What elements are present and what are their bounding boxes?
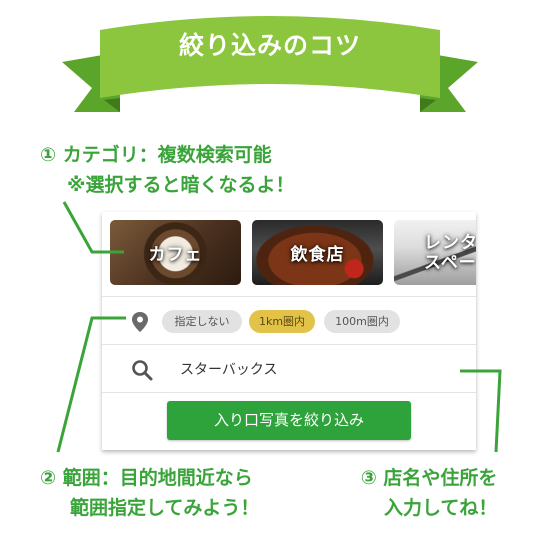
ribbon-banner bbox=[62, 16, 478, 112]
apply-row: 入り口写真を絞り込み bbox=[102, 392, 476, 450]
category-label: カフェ bbox=[148, 245, 203, 265]
category-restaurant[interactable]: 飲食店 bbox=[252, 220, 383, 285]
category-strip: カフェ 飲食店 レンタ スペー bbox=[102, 212, 476, 296]
search-row: スターバックス bbox=[102, 344, 476, 393]
search-panel: カフェ 飲食店 レンタ スペー 指定しない 1km圏内 100m圏内 スターバッ… bbox=[102, 212, 476, 450]
tip-range: ② 範囲：目的地間近なら 範囲指定してみよう！ bbox=[40, 463, 259, 523]
apply-filter-button[interactable]: 入り口写真を絞り込み bbox=[167, 401, 411, 440]
distance-chip-100m[interactable]: 100m圏内 bbox=[324, 310, 400, 333]
tip-keyword: ③ 店名や住所を 入力してね！ bbox=[344, 463, 498, 523]
tip-keyword-line2: 入力してね！ bbox=[384, 497, 498, 519]
category-label: 飲食店 bbox=[290, 245, 345, 265]
tip-keyword-line1: ③ 店名や住所を bbox=[360, 467, 498, 489]
tip-category: ① カテゴリ：複数検索可能 ※選択すると暗くなるよ！ bbox=[40, 140, 294, 200]
tip-range-line2: 範囲指定してみよう！ bbox=[70, 497, 260, 519]
distance-chip-none[interactable]: 指定しない bbox=[162, 310, 242, 333]
tip-category-line2: ※選択すると暗くなるよ！ bbox=[67, 174, 295, 196]
location-pin-icon bbox=[132, 312, 148, 332]
search-icon bbox=[132, 360, 153, 381]
tip-category-line1: ① カテゴリ：複数検索可能 bbox=[40, 144, 272, 166]
distance-chip-1km[interactable]: 1km圏内 bbox=[249, 310, 315, 333]
distance-filter-row: 指定しない 1km圏内 100m圏内 bbox=[102, 296, 476, 345]
tip-range-line1: ② 範囲：目的地間近なら bbox=[40, 467, 253, 489]
category-rental-space[interactable]: レンタ スペー bbox=[394, 220, 476, 285]
search-input[interactable]: スターバックス bbox=[180, 359, 277, 379]
category-label: レンタ スペー bbox=[424, 232, 476, 273]
ribbon-title: 絞り込みのコツ bbox=[178, 31, 361, 60]
category-cafe[interactable]: カフェ bbox=[110, 220, 241, 285]
